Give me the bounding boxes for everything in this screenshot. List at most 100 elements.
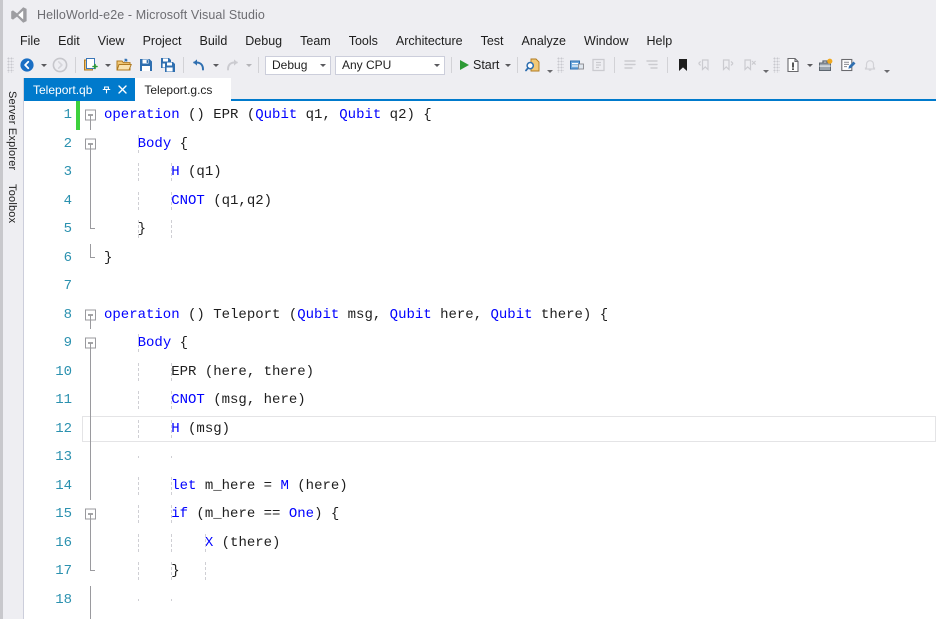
code-text: operation () EPR (Qubit q1, Qubit q2) { xyxy=(102,107,936,123)
indent-guide xyxy=(138,220,139,238)
code-line[interactable]: 1operation () EPR (Qubit q1, Qubit q2) { xyxy=(24,101,936,130)
outlining-margin[interactable] xyxy=(82,329,102,358)
line-number: 2 xyxy=(24,136,76,152)
bookmark-icon[interactable] xyxy=(672,54,694,76)
sidebar-item-toolbox[interactable]: Toolbox xyxy=(3,177,21,230)
menu-item-test[interactable]: Test xyxy=(472,32,513,51)
start-dropdown-icon[interactable] xyxy=(502,54,513,76)
code-token: m_here = xyxy=(196,478,280,494)
toolbox-icon[interactable] xyxy=(815,54,837,76)
indent-guide xyxy=(171,456,172,458)
code-line[interactable]: 7 xyxy=(24,272,936,301)
code-line[interactable]: 14 let m_here = M (here) xyxy=(24,472,936,501)
change-bar xyxy=(76,301,80,330)
editor-column: Teleport.qb Teleport.g.cs xyxy=(24,78,936,619)
code-line[interactable]: 5 } xyxy=(24,215,936,244)
outlining-margin[interactable] xyxy=(82,101,102,130)
outlining-margin[interactable] xyxy=(82,215,102,244)
code-line[interactable]: 13 xyxy=(24,443,936,472)
outlining-margin[interactable] xyxy=(82,415,102,444)
solution-platform-combo[interactable]: Any CPU xyxy=(335,56,445,75)
outline-connector xyxy=(90,386,91,415)
code-line[interactable]: 19 let m_msg = M (msg) xyxy=(24,614,936,619)
menu-item-edit[interactable]: Edit xyxy=(49,32,89,51)
code-line[interactable]: 11 CNOT (msg, here) xyxy=(24,386,936,415)
bookmarks-overflow-icon[interactable] xyxy=(760,54,771,76)
code-line[interactable]: 16 X (there) xyxy=(24,529,936,558)
code-line[interactable]: 10 EPR (here, there) xyxy=(24,358,936,387)
code-text: operation () Teleport (Qubit msg, Qubit … xyxy=(102,307,936,323)
sidebar-item-server-explorer[interactable]: Server Explorer xyxy=(3,84,21,177)
outline-connector xyxy=(90,415,91,444)
outlining-margin[interactable] xyxy=(82,386,102,415)
outlining-margin[interactable] xyxy=(82,130,102,159)
solution-explorer-icon[interactable] xyxy=(566,54,588,76)
code-line[interactable]: 3 H (q1) xyxy=(24,158,936,187)
code-line[interactable]: 2 Body { xyxy=(24,130,936,159)
outlining-margin[interactable] xyxy=(82,557,102,586)
toolbar-grip[interactable] xyxy=(773,57,780,73)
outlining-margin[interactable] xyxy=(82,586,102,615)
outlining-margin[interactable] xyxy=(82,614,102,619)
outlining-margin[interactable] xyxy=(82,187,102,216)
code-line[interactable]: 9 Body { xyxy=(24,329,936,358)
undo-dropdown-icon[interactable] xyxy=(210,54,221,76)
menu-item-view[interactable]: View xyxy=(89,32,134,51)
change-bar-added xyxy=(76,101,80,130)
menu-item-help[interactable]: Help xyxy=(637,32,681,51)
menu-item-file[interactable]: File xyxy=(11,32,49,51)
toolbar-grip[interactable] xyxy=(7,57,14,73)
toolbar-grip[interactable] xyxy=(557,57,564,73)
navigate-back-dropdown-icon[interactable] xyxy=(38,54,49,76)
menu-item-project[interactable]: Project xyxy=(134,32,191,51)
close-icon[interactable] xyxy=(115,83,129,97)
document-tab-strip: Teleport.qb Teleport.g.cs xyxy=(24,78,936,101)
tab-teleport-g-cs[interactable]: Teleport.g.cs xyxy=(135,78,231,101)
tab-teleport-qb[interactable]: Teleport.qb xyxy=(24,78,135,101)
menu-item-debug[interactable]: Debug xyxy=(236,32,291,51)
code-line[interactable]: 8operation () Teleport (Qubit msg, Qubit… xyxy=(24,301,936,330)
code-line[interactable]: 4 CNOT (q1,q2) xyxy=(24,187,936,216)
new-project-icon[interactable] xyxy=(80,54,102,76)
change-bar xyxy=(76,500,80,529)
error-list-icon[interactable] xyxy=(782,54,804,76)
outlining-margin[interactable] xyxy=(82,244,102,273)
save-icon[interactable] xyxy=(135,54,157,76)
line-number: 6 xyxy=(24,250,76,266)
new-project-dropdown-icon[interactable] xyxy=(102,54,113,76)
error-list-dropdown-icon[interactable] xyxy=(804,54,815,76)
outlining-margin[interactable] xyxy=(82,472,102,501)
team-explorer-icon[interactable] xyxy=(837,54,859,76)
code-line[interactable]: 6} xyxy=(24,244,936,273)
start-debug-button[interactable]: Start xyxy=(456,54,502,76)
outlining-margin[interactable] xyxy=(82,500,102,529)
outlining-margin[interactable] xyxy=(82,301,102,330)
outlining-margin[interactable] xyxy=(82,358,102,387)
find-in-files-icon[interactable] xyxy=(522,54,544,76)
toolbar-overflow-icon[interactable] xyxy=(881,54,892,76)
menu-item-tools[interactable]: Tools xyxy=(340,32,387,51)
find-overflow-icon[interactable] xyxy=(544,54,555,76)
menu-item-architecture[interactable]: Architecture xyxy=(387,32,472,51)
code-line[interactable]: 18 xyxy=(24,586,936,615)
menu-item-build[interactable]: Build xyxy=(190,32,236,51)
next-bookmark-icon xyxy=(716,54,738,76)
menu-item-analyze[interactable]: Analyze xyxy=(513,32,575,51)
code-token: H xyxy=(171,164,179,180)
code-line[interactable]: 17 } xyxy=(24,557,936,586)
undo-icon[interactable] xyxy=(188,54,210,76)
pin-icon[interactable] xyxy=(99,83,113,97)
open-file-icon[interactable] xyxy=(113,54,135,76)
code-editor[interactable]: 1operation () EPR (Qubit q1, Qubit q2) {… xyxy=(24,101,936,619)
code-line[interactable]: 12 H (msg) xyxy=(24,415,936,444)
code-line[interactable]: 15 if (m_here == One) { xyxy=(24,500,936,529)
outlining-margin[interactable] xyxy=(82,272,102,301)
outlining-margin[interactable] xyxy=(82,529,102,558)
solution-configuration-combo[interactable]: Debug xyxy=(265,56,331,75)
menu-item-team[interactable]: Team xyxy=(291,32,340,51)
navigate-back-icon[interactable] xyxy=(16,54,38,76)
outlining-margin[interactable] xyxy=(82,158,102,187)
menu-item-window[interactable]: Window xyxy=(575,32,637,51)
outlining-margin[interactable] xyxy=(82,443,102,472)
save-all-icon[interactable] xyxy=(157,54,179,76)
